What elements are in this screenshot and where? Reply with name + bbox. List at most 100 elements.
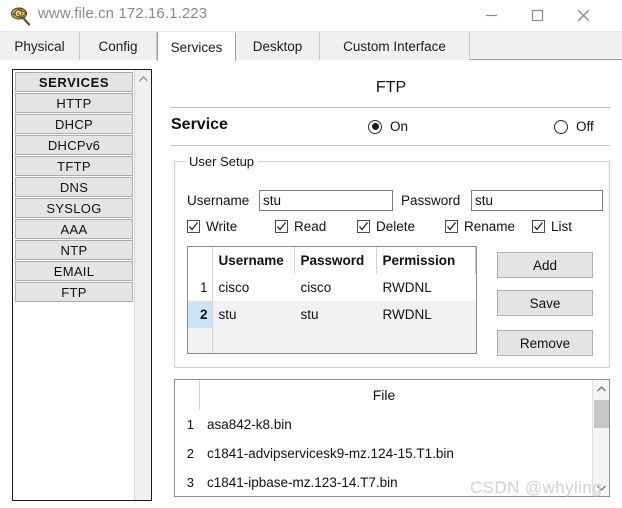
table-row[interactable]: 1 cisco cisco RWDNL: [188, 274, 476, 301]
sidebar-item-ftp[interactable]: FTP: [15, 282, 133, 302]
tab-services[interactable]: Services: [157, 32, 236, 61]
sidebar-item-label: DHCP: [55, 117, 93, 132]
tab-label: Services: [171, 40, 223, 55]
sidebar-item-label: SYSLOG: [46, 201, 101, 216]
scrollbar-thumb[interactable]: [594, 400, 609, 428]
permission-checkbox-read[interactable]: Read: [275, 219, 326, 234]
file-list-scrollbar[interactable]: [592, 380, 609, 496]
sidebar-item-label: DHCPv6: [48, 138, 100, 153]
scroll-up-icon[interactable]: [593, 380, 610, 397]
sidebar-item-label: NTP: [61, 243, 88, 258]
user-setup-legend: User Setup: [185, 154, 258, 169]
permission-checkbox-write[interactable]: Write: [187, 219, 237, 234]
sidebar-item-label: HTTP: [56, 96, 91, 111]
divider-top: [170, 107, 610, 108]
sidebar-header: SERVICES: [15, 72, 133, 92]
sidebar-item-ntp[interactable]: NTP: [15, 240, 133, 260]
permission-checkbox-list[interactable]: List: [532, 219, 572, 234]
file-list-panel[interactable]: File 1 asa842-k8.bin 2 c1841-advipservic…: [174, 379, 610, 497]
sidebar-item-tftp[interactable]: TFTP: [15, 156, 133, 176]
packet-tracer-server-icon: S: [10, 6, 32, 26]
file-row-index: 1: [175, 417, 199, 432]
tab-config[interactable]: Config: [80, 32, 157, 60]
permission-label: Write: [206, 219, 237, 234]
tab-bar: Physical Config Services Desktop Custom …: [0, 32, 622, 60]
sidebar-item-aaa[interactable]: AAA: [15, 219, 133, 239]
radio-selected-icon: [368, 120, 382, 134]
cell-password: cisco: [294, 274, 376, 301]
maximize-button[interactable]: [514, 0, 560, 31]
sidebar-item-dhcp[interactable]: DHCP: [15, 114, 133, 134]
permission-checkbox-rename[interactable]: Rename: [445, 219, 515, 234]
check-icon: [532, 220, 545, 233]
sidebar-item-label: TFTP: [57, 159, 91, 174]
list-item[interactable]: 3 c1841-ipbase-mz.123-14.T7.bin: [175, 468, 593, 497]
username-label: Username: [187, 193, 249, 208]
list-item[interactable]: 2 c1841-advipservicesk9-mz.124-15.T1.bin: [175, 439, 593, 468]
check-icon: [187, 220, 200, 233]
check-icon: [275, 220, 288, 233]
tab-desktop[interactable]: Desktop: [236, 32, 320, 60]
username-input[interactable]: [259, 190, 393, 211]
sidebar-item-dhcpv6[interactable]: DHCPv6: [15, 135, 133, 155]
row-index: 2: [188, 301, 212, 328]
tab-label: Physical: [14, 39, 64, 54]
column-header-username[interactable]: Username: [212, 247, 294, 274]
service-on-radio[interactable]: On: [368, 119, 408, 134]
file-name: c1841-advipservicesk9-mz.124-15.T1.bin: [199, 446, 454, 461]
services-sidebar: SERVICES HTTP DHCP DHCPv6 TFTP DNS SYSLO…: [12, 69, 152, 501]
check-icon: [445, 220, 458, 233]
permissions-row: Write Read Delete Rename List: [187, 219, 607, 239]
column-header-permission[interactable]: Permission: [376, 247, 476, 274]
sidebar-scrollbar[interactable]: [134, 70, 151, 500]
sidebar-item-label: EMAIL: [54, 264, 95, 279]
remove-button[interactable]: Remove: [497, 330, 593, 356]
service-off-radio[interactable]: Off: [554, 119, 594, 134]
tab-label: Custom Interface: [343, 39, 446, 54]
close-button[interactable]: [560, 0, 606, 31]
cell-username: stu: [212, 301, 294, 328]
column-header-password[interactable]: Password: [294, 247, 376, 274]
scroll-up-icon[interactable]: [135, 70, 152, 87]
cell-permission: RWDNL: [376, 274, 476, 301]
password-label: Password: [401, 193, 460, 208]
window-title: www.file.cn 172.16.1.223: [38, 5, 207, 22]
minimize-button[interactable]: [468, 0, 514, 31]
file-name: c1841-ipbase-mz.123-14.T7.bin: [199, 475, 398, 490]
add-button[interactable]: Add: [497, 252, 593, 278]
sidebar-item-label: AAA: [61, 222, 88, 237]
save-button[interactable]: Save: [497, 290, 593, 316]
permission-checkbox-delete[interactable]: Delete: [357, 219, 415, 234]
table-row[interactable]: 2 stu stu RWDNL: [188, 301, 476, 328]
tab-physical[interactable]: Physical: [0, 32, 80, 60]
divider-bottom: [170, 145, 610, 146]
file-name: asa842-k8.bin: [199, 417, 292, 432]
add-button-label: Add: [533, 258, 557, 273]
save-button-label: Save: [530, 296, 561, 311]
file-row-index: 3: [175, 475, 199, 490]
tab-label: Desktop: [253, 39, 303, 54]
permission-label: Delete: [376, 219, 415, 234]
sidebar-item-email[interactable]: EMAIL: [15, 261, 133, 281]
scroll-down-icon[interactable]: [593, 479, 610, 496]
sidebar-item-label: DNS: [60, 180, 88, 195]
service-on-label: On: [390, 119, 408, 134]
file-row-index: 2: [175, 446, 199, 461]
radio-unselected-icon: [554, 120, 568, 134]
list-item[interactable]: 1 asa842-k8.bin: [175, 410, 593, 439]
cell-permission: RWDNL: [376, 301, 476, 328]
service-off-label: Off: [576, 119, 594, 134]
remove-button-label: Remove: [520, 336, 570, 351]
users-table[interactable]: Username Password Permission 1 cisco cis…: [187, 246, 477, 354]
tab-custom-interface[interactable]: Custom Interface: [320, 32, 470, 60]
sidebar-item-syslog[interactable]: SYSLOG: [15, 198, 133, 218]
services-list: SERVICES HTTP DHCP DHCPv6 TFTP DNS SYSLO…: [13, 70, 135, 500]
service-label: Service: [171, 116, 228, 134]
file-column-header[interactable]: File: [175, 380, 593, 410]
password-input[interactable]: [471, 190, 603, 211]
sidebar-item-http[interactable]: HTTP: [15, 93, 133, 113]
sidebar-item-dns[interactable]: DNS: [15, 177, 133, 197]
ftp-service-pane: FTP Service On Off User Setup Username P…: [168, 69, 614, 501]
table-empty-row: [188, 328, 476, 354]
permission-label: List: [551, 219, 572, 234]
